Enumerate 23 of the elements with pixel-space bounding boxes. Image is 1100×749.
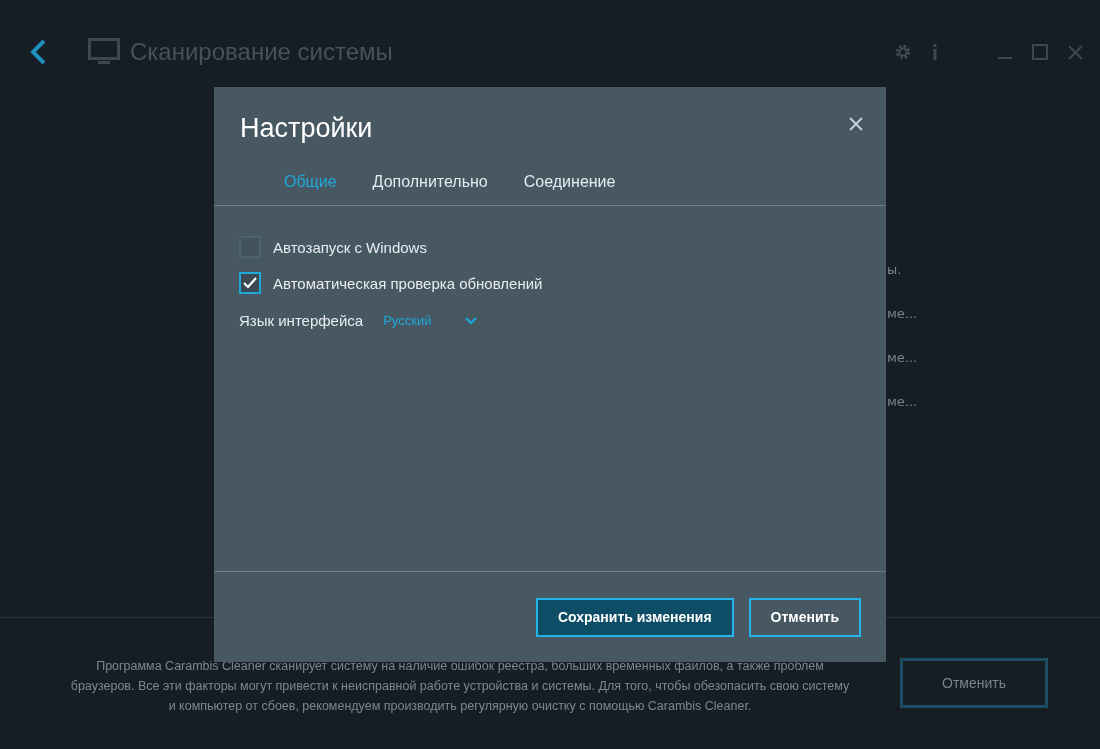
cancel-button[interactable]: Отменить: [748, 597, 861, 637]
status-text: ы.: [887, 262, 903, 278]
window-title: Сканирование системы: [130, 38, 393, 66]
status-text: ме...: [887, 350, 919, 366]
cancel-button[interactable]: Отменить: [900, 658, 1048, 708]
monitor-icon: [88, 38, 120, 66]
tab[interactable]: Дополнительно: [372, 173, 488, 191]
tab[interactable]: Соединение: [523, 173, 616, 191]
info-icon[interactable]: [932, 44, 938, 60]
status-text: ме...: [887, 306, 919, 322]
save-button[interactable]: Сохранить изменения: [535, 597, 734, 637]
maximize-icon[interactable]: [1032, 44, 1048, 60]
dialog-title: Настройки: [240, 113, 373, 145]
description-text: Программа Carambis Cleaner сканирует систему на наличие ошибок реестра, больших временных файлов, а также проблем браузеров. Все эти факторы могут привести к неисправной работе устройства и системы. Для того, чтобы обезопасить свою систему и компьютер от сбоев, рекомендуем производить регулярную очистку с помощью Carambis Cleaner.: [69, 658, 851, 715]
language-label: Язык интерфейса: [239, 312, 364, 329]
checkbox-label: Автозапуск с Windows: [273, 238, 427, 256]
back-icon[interactable]: [30, 39, 46, 65]
status-text: ме...: [887, 394, 919, 410]
checkbox-label: Автоматическая проверка обновлений: [273, 274, 543, 292]
checkmark-icon: [243, 277, 257, 289]
checkbox[interactable]: [239, 272, 261, 294]
chevron-down-icon: [465, 316, 478, 325]
settings-icon[interactable]: [894, 43, 912, 61]
